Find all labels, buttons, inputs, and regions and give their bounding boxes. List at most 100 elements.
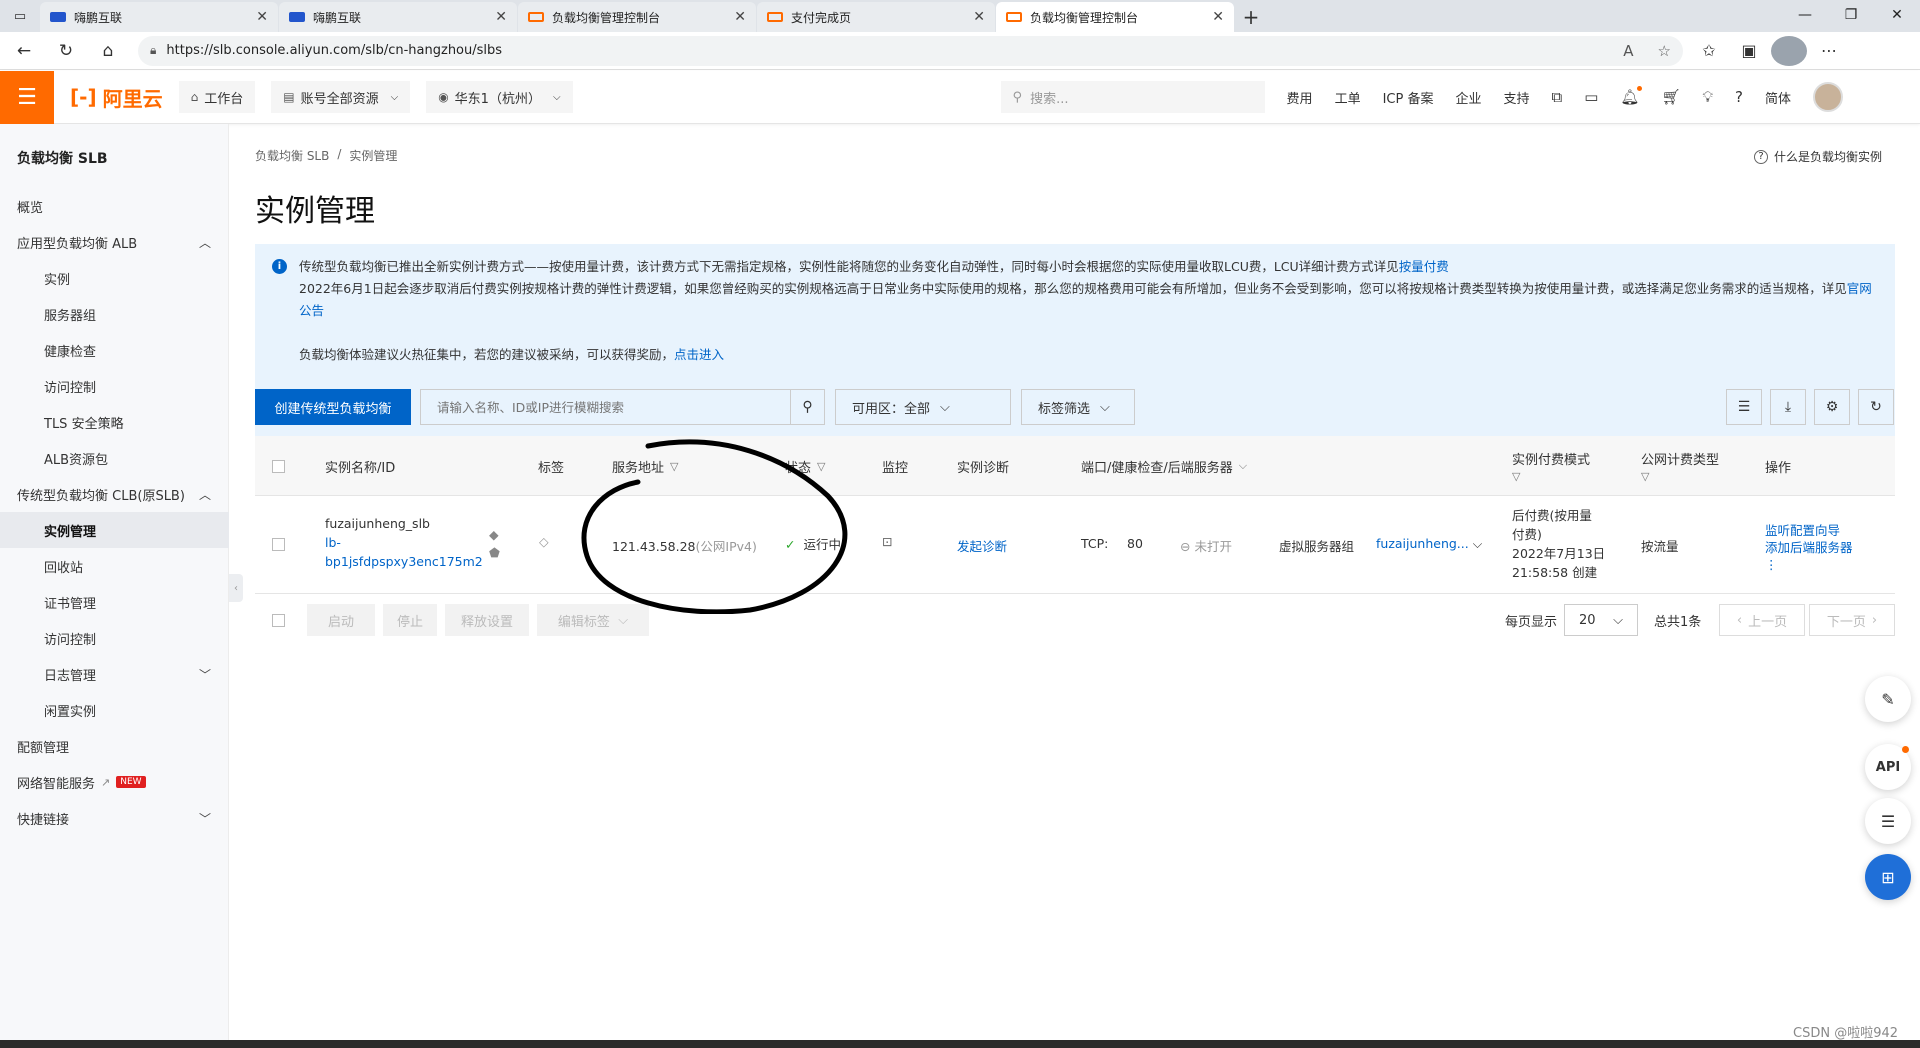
- terminal-icon[interactable]: ▭: [1584, 88, 1598, 106]
- close-tab-icon[interactable]: ✕: [1212, 9, 1224, 25]
- create-clb-button[interactable]: 创建传统型负载均衡: [255, 389, 411, 425]
- sidebar-collapse-handle[interactable]: ‹: [229, 574, 243, 602]
- menu-icon[interactable]: ☰: [0, 70, 54, 124]
- home-icon[interactable]: ⌂: [90, 36, 126, 66]
- chat-icon[interactable]: ☰: [1865, 798, 1911, 844]
- region-dropdown[interactable]: ◉ 华东1（杭州） ⌵: [426, 81, 573, 113]
- apps-grid-icon[interactable]: ⊞: [1865, 854, 1911, 900]
- close-tab-icon[interactable]: ✕: [734, 9, 746, 25]
- back-icon[interactable]: ←: [6, 36, 42, 66]
- new-tab-icon[interactable]: +: [1235, 2, 1267, 32]
- icp-link[interactable]: ICP 备案: [1383, 88, 1434, 107]
- account-resource-dropdown[interactable]: ▤ 账号全部资源 ⌵: [271, 81, 411, 113]
- collections-icon[interactable]: ▣: [1731, 36, 1767, 66]
- sidebar-item-recycle-bin[interactable]: 回收站: [0, 548, 229, 584]
- instance-id-link[interactable]: lb-bp1jsfdpspxy3enc175m2: [325, 533, 483, 571]
- location-pin-icon[interactable]: ◆: [489, 526, 500, 544]
- more-actions-icon[interactable]: ⋮: [1765, 556, 1853, 573]
- per-page-select[interactable]: 20 ⌵: [1564, 604, 1638, 636]
- api-icon[interactable]: API: [1865, 744, 1911, 790]
- edit-tags-button[interactable]: 编辑标签 ⌵: [537, 604, 649, 636]
- close-tab-icon[interactable]: ✕: [256, 9, 268, 25]
- browser-tab[interactable]: 嗨鹏互联 ✕: [279, 2, 517, 32]
- console-search-input[interactable]: ⚲ 搜索...: [1000, 81, 1265, 113]
- cart-icon[interactable]: 🛒︎: [1661, 88, 1680, 106]
- feedback-enter-link[interactable]: 点击进入: [674, 347, 724, 362]
- browser-tab[interactable]: 支付完成页 ✕: [757, 2, 995, 32]
- start-button[interactable]: 启动: [307, 604, 375, 636]
- lightbulb-icon[interactable]: 💡︎: [1703, 88, 1714, 106]
- breadcrumb-slb[interactable]: 负载均衡 SLB: [255, 147, 329, 164]
- stop-button[interactable]: 停止: [383, 604, 437, 636]
- release-settings-button[interactable]: 释放设置: [445, 604, 529, 636]
- start-diagnose-link[interactable]: 发起诊断: [957, 536, 1007, 555]
- chevron-down-icon[interactable]: ⌵: [1473, 536, 1482, 551]
- enterprise-link[interactable]: 企业: [1455, 88, 1481, 107]
- tag-filter-dropdown[interactable]: 标签筛选 ⌵: [1021, 389, 1135, 425]
- browser-tab[interactable]: 负载均衡管理控制台 ✕: [518, 2, 756, 32]
- shield-icon[interactable]: ⬟: [489, 544, 500, 562]
- browser-tab-active[interactable]: 负载均衡管理控制台 ✕: [996, 2, 1234, 32]
- url-field[interactable]: 🔒︎ https://slb.console.aliyun.com/slb/cn…: [138, 35, 1683, 66]
- settings-icon[interactable]: ⚙: [1814, 389, 1850, 425]
- sidebar-item-quick-links[interactable]: 快捷链接 ﹀: [0, 800, 229, 836]
- language-switch[interactable]: 简体: [1765, 88, 1791, 107]
- sidebar-item-instance-management[interactable]: 实例管理: [0, 512, 229, 548]
- next-page-button[interactable]: 下一页 ›: [1809, 604, 1895, 636]
- sidebar-item-certificates[interactable]: 证书管理: [0, 584, 229, 620]
- cloud-shell-icon[interactable]: ⧉: [1552, 88, 1563, 106]
- sidebar-item-overview[interactable]: 概览: [0, 188, 229, 224]
- list-view-icon[interactable]: ☰: [1726, 389, 1762, 425]
- pay-as-you-go-link[interactable]: 按量付费: [1399, 259, 1449, 274]
- browser-tab[interactable]: 嗨鹏互联 ✕: [40, 2, 278, 32]
- lock-icon[interactable]: 🔒︎: [150, 43, 156, 58]
- favorite-add-icon[interactable]: ☆: [1658, 42, 1671, 60]
- user-avatar[interactable]: [1813, 82, 1843, 112]
- sidebar-item-clb[interactable]: 传统型负载均衡 CLB(原SLB) ︿: [0, 476, 229, 512]
- select-all-checkbox[interactable]: [272, 459, 285, 473]
- sidebar-item-alb[interactable]: 应用型负载均衡 ALB ︿: [0, 224, 229, 260]
- sidebar-item-alb-packages[interactable]: ALB资源包: [0, 440, 229, 476]
- sidebar-item-quota[interactable]: 配额管理: [0, 728, 229, 764]
- sidebar-item-health-check[interactable]: 健康检查: [0, 332, 229, 368]
- sidebar-item-server-groups[interactable]: 服务器组: [0, 296, 229, 332]
- minimize-icon[interactable]: —: [1782, 0, 1828, 30]
- filter-icon[interactable]: ▽: [670, 460, 678, 473]
- monitor-chart-icon[interactable]: ⊡: [882, 534, 892, 549]
- sidebar-item-network-intelligence[interactable]: 网络智能服务 ↗ NEW: [0, 764, 229, 800]
- sidebar-item-idle-instances[interactable]: 闲置实例: [0, 692, 229, 728]
- restore-icon[interactable]: ❐: [1828, 0, 1874, 30]
- listener-wizard-link[interactable]: 监听配置向导: [1765, 522, 1853, 539]
- support-link[interactable]: 支持: [1503, 88, 1529, 107]
- zone-dropdown[interactable]: 可用区：全部 ⌵: [835, 389, 1011, 425]
- prev-page-button[interactable]: ‹ 上一页: [1719, 604, 1805, 636]
- backend-group[interactable]: fuzaijunheng... ⌵: [1376, 536, 1482, 552]
- ticket-link[interactable]: 工单: [1335, 88, 1361, 107]
- search-icon[interactable]: ⚲: [790, 390, 824, 424]
- edit-feedback-icon[interactable]: ✎: [1865, 676, 1911, 722]
- sidebar-item-alb-access-control[interactable]: 访问控制: [0, 368, 229, 404]
- filter-icon[interactable]: ▽: [1512, 470, 1520, 483]
- aliyun-logo[interactable]: [-] 阿里云: [70, 83, 163, 112]
- favorites-icon[interactable]: ✩: [1691, 36, 1727, 66]
- profile-icon[interactable]: [1771, 35, 1807, 66]
- tab-actions-icon[interactable]: ▭: [0, 0, 40, 32]
- close-window-icon[interactable]: ✕: [1874, 0, 1920, 30]
- row-checkbox[interactable]: [272, 538, 285, 551]
- read-aloud-icon[interactable]: A: [1623, 42, 1633, 60]
- sidebar-item-clb-access-control[interactable]: 访问控制: [0, 620, 229, 656]
- refresh-icon[interactable]: ↻: [1858, 389, 1894, 425]
- close-tab-icon[interactable]: ✕: [495, 9, 507, 25]
- footer-checkbox[interactable]: [272, 614, 285, 627]
- add-backend-server-link[interactable]: 添加后端服务器: [1765, 539, 1853, 556]
- instance-search-input[interactable]: [421, 390, 790, 424]
- chevron-down-icon[interactable]: ⌵: [1239, 459, 1247, 473]
- sidebar-item-tls-policy[interactable]: TLS 安全策略: [0, 404, 229, 440]
- filter-icon[interactable]: ▽: [1641, 470, 1649, 483]
- close-tab-icon[interactable]: ✕: [973, 9, 985, 25]
- sidebar-item-alb-instances[interactable]: 实例: [0, 260, 229, 296]
- help-link[interactable]: ? 什么是负载均衡实例: [1754, 148, 1882, 165]
- workbench-button[interactable]: ⌂ 工作台: [178, 81, 256, 113]
- billing-link[interactable]: 费用: [1287, 88, 1313, 107]
- download-icon[interactable]: ⤓: [1770, 389, 1806, 425]
